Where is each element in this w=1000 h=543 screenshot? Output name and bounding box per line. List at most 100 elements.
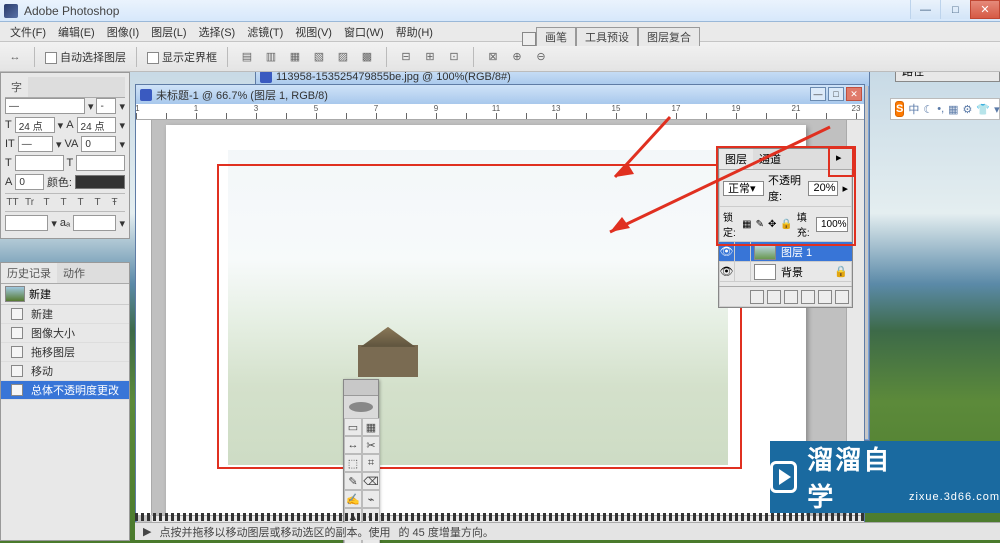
dist-icon-2[interactable]: ⊞ (421, 48, 439, 66)
fill-field[interactable]: 100% (816, 217, 848, 232)
kerning-field[interactable]: 0 (81, 136, 116, 152)
adjust-icon[interactable] (784, 290, 798, 304)
show-bounds-checkbox[interactable]: 显示定界框 (147, 49, 217, 65)
tool-5[interactable]: ⌗ (362, 454, 380, 472)
visibility-icon[interactable]: 👁 (719, 242, 735, 262)
visibility-icon[interactable]: 👁 (719, 262, 735, 282)
menu-select[interactable]: 选择(S) (193, 24, 242, 40)
dock-icon[interactable] (522, 32, 536, 46)
tool-0[interactable]: ▭ (344, 418, 362, 436)
style-tt[interactable]: TT (5, 197, 20, 208)
dist-icon-5[interactable]: ⊕ (508, 48, 526, 66)
tab-tool-preset[interactable]: 工具预设 (576, 27, 638, 46)
minimize-button[interactable]: — (910, 0, 940, 19)
layer-thumb[interactable] (754, 244, 776, 260)
doc-max-button[interactable]: □ (828, 87, 844, 101)
channels-tab[interactable]: 通道 (753, 149, 787, 169)
baseline-field[interactable]: 0 (15, 174, 44, 190)
actions-tab[interactable]: 动作 (57, 263, 91, 283)
ime-icon-6[interactable]: ▾ (994, 103, 1000, 116)
leading-field[interactable]: 24 点 (77, 117, 117, 133)
ime-icon-2[interactable]: •, (937, 103, 944, 115)
layer-thumb[interactable] (754, 264, 776, 280)
tool-6[interactable]: ✎ (344, 472, 362, 490)
layer-row[interactable]: 👁 背景 🔒 (719, 262, 852, 282)
hscale-field[interactable] (76, 155, 125, 171)
align-icon-2[interactable]: ▥ (262, 48, 280, 66)
style-strike[interactable]: Ŧ (107, 197, 122, 208)
tool-4[interactable]: ⬚ (344, 454, 362, 472)
maximize-button[interactable]: □ (940, 0, 970, 19)
ruler-horizontal[interactable]: -11357911131517192123 (136, 104, 864, 120)
dist-icon-1[interactable]: ⊟ (397, 48, 415, 66)
close-button[interactable]: ✕ (970, 0, 1000, 19)
doc-front-header[interactable]: 未标题-1 @ 66.7% (图层 1, RGB/8) — □ ✕ (136, 85, 864, 104)
mask-icon[interactable] (767, 290, 781, 304)
align-icon-4[interactable]: ▧ (310, 48, 328, 66)
menu-filter[interactable]: 滤镜(T) (241, 24, 289, 40)
tool-8[interactable]: ✍ (344, 490, 362, 508)
aa-field[interactable] (73, 215, 116, 231)
link-icon[interactable] (735, 242, 751, 262)
paths-panel-stub[interactable]: 路径 (895, 72, 1000, 82)
doc-close-button[interactable]: ✕ (846, 87, 862, 101)
font-size-field[interactable]: 24 点 (15, 117, 55, 133)
ime-brand-icon[interactable]: S (895, 101, 904, 117)
auto-select-checkbox[interactable]: 自动选择图层 (45, 49, 126, 65)
lock-move-icon[interactable]: ✥ (768, 219, 776, 230)
history-tab[interactable]: 历史记录 (1, 263, 57, 283)
tool-7[interactable]: ⌫ (362, 472, 380, 490)
menu-file[interactable]: 文件(F) (4, 24, 52, 40)
font-style-field[interactable]: - (96, 98, 116, 114)
ime-icon-5[interactable]: 👕 (976, 103, 990, 116)
text-color-swatch[interactable] (75, 175, 125, 189)
menu-image[interactable]: 图像(I) (101, 24, 145, 40)
dist-icon-6[interactable]: ⊖ (532, 48, 550, 66)
style-tr[interactable]: Tr (22, 197, 37, 208)
layer-name[interactable]: 背景 (779, 264, 834, 280)
new-layer-icon[interactable] (818, 290, 832, 304)
menu-window[interactable]: 窗口(W) (338, 24, 390, 40)
layers-tab[interactable]: 图层 (719, 149, 753, 169)
lock-pixel-icon[interactable]: ✎ (756, 219, 764, 230)
layer-row-selected[interactable]: 👁 图层 1 (719, 242, 852, 262)
tool-3[interactable]: ✂ (362, 436, 380, 454)
vscale-field[interactable] (15, 155, 64, 171)
lock-all-icon[interactable]: 🔒 (780, 219, 792, 230)
align-icon-6[interactable]: ▩ (358, 48, 376, 66)
ime-icon-3[interactable]: ▦ (948, 103, 958, 116)
align-icon-3[interactable]: ▦ (286, 48, 304, 66)
tool-9[interactable]: ⌁ (362, 490, 380, 508)
move-tool-icon[interactable]: ↔ (6, 48, 24, 66)
ime-icon-0[interactable]: 中 (908, 101, 919, 117)
align-icon-5[interactable]: ▨ (334, 48, 352, 66)
tab-brush[interactable]: 画笔 (536, 27, 576, 46)
doc-min-button[interactable]: — (810, 87, 826, 101)
ruler-vertical[interactable] (136, 120, 152, 515)
link-icon[interactable] (735, 262, 751, 282)
dist-icon-3[interactable]: ⊡ (445, 48, 463, 66)
align-icon-1[interactable]: ▤ (238, 48, 256, 66)
ime-icon-4[interactable]: ⚙ (963, 103, 973, 116)
char-tab[interactable]: 字 (5, 77, 28, 97)
tab-layer-comp[interactable]: 图层复合 (638, 27, 700, 46)
blend-mode-select[interactable]: 正常 ▾ (723, 181, 764, 196)
history-doc-thumb[interactable] (5, 286, 25, 302)
tool-2[interactable]: ↔ (344, 436, 362, 454)
style-t2[interactable]: T (56, 197, 71, 208)
toolbox-header[interactable] (344, 380, 378, 396)
style-t1[interactable]: T (39, 197, 54, 208)
lang-field[interactable] (5, 215, 48, 231)
menu-edit[interactable]: 编辑(E) (52, 24, 101, 40)
panel-menu-icon[interactable]: ▸ (836, 151, 850, 165)
menu-view[interactable]: 视图(V) (289, 24, 338, 40)
layer-name[interactable]: 图层 1 (779, 244, 852, 260)
opacity-arrow-icon[interactable]: ▸ (842, 182, 848, 195)
font-family-field[interactable]: — (5, 98, 85, 114)
menu-layer[interactable]: 图层(L) (145, 24, 192, 40)
ime-icon-1[interactable]: ☾ (923, 103, 933, 116)
folder-icon[interactable] (801, 290, 815, 304)
trash-icon[interactable] (835, 290, 849, 304)
dist-icon-4[interactable]: ⊠ (484, 48, 502, 66)
lock-trans-icon[interactable]: ▦ (742, 219, 751, 230)
